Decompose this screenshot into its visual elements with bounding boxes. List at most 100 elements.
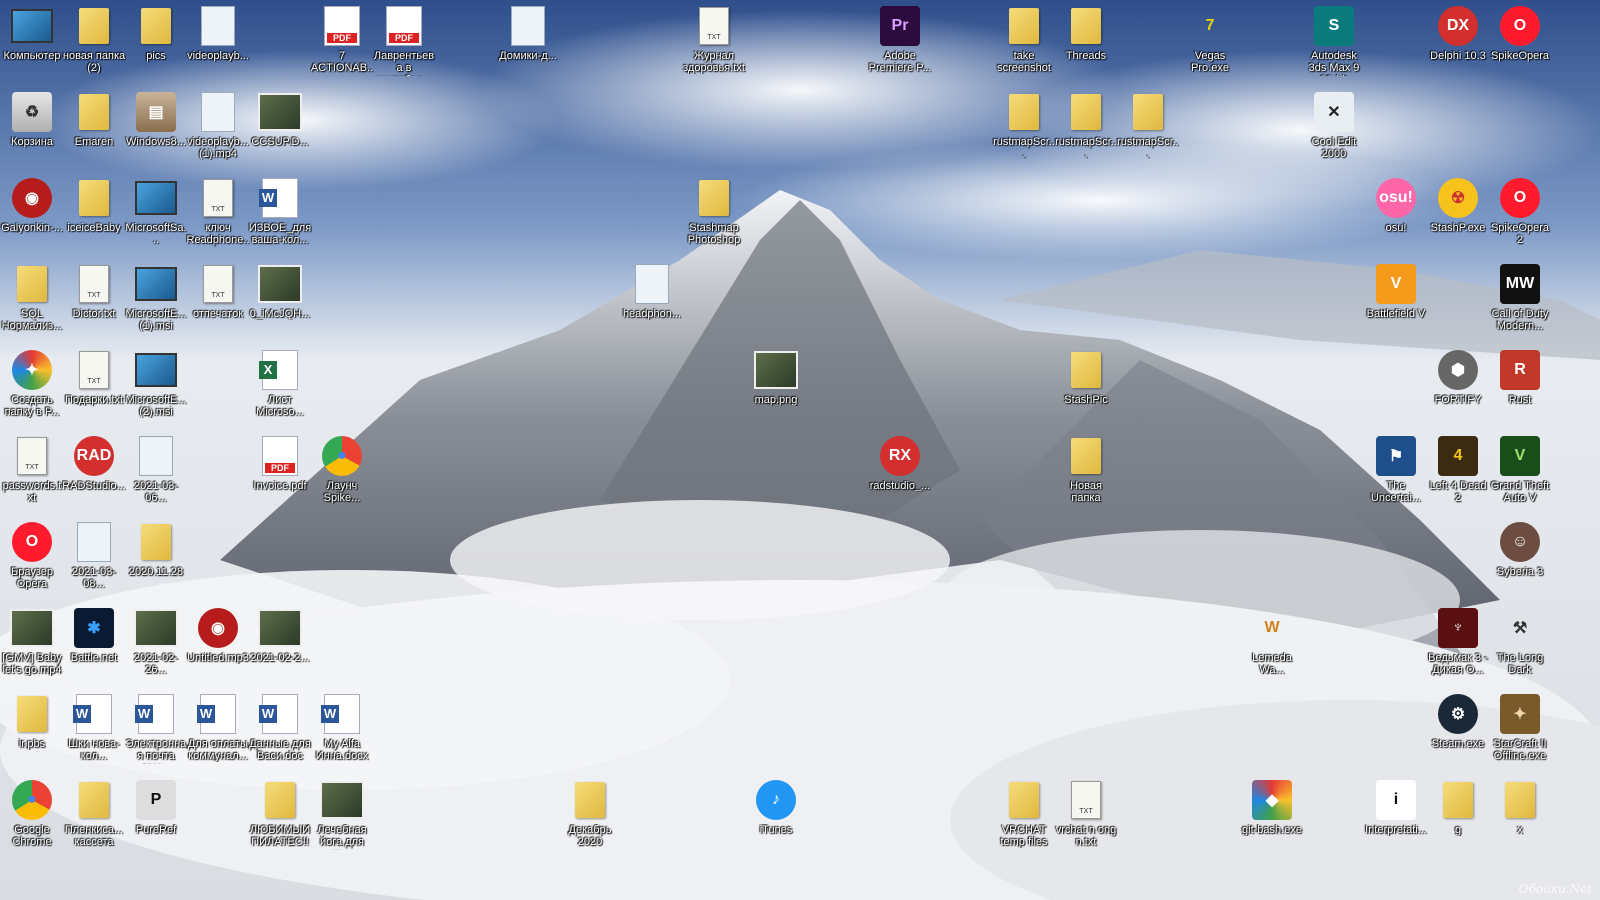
desktop-icon[interactable]: VRCHAT temp files xyxy=(992,774,1056,860)
desktop-icon[interactable]: O SpikeOpera2 xyxy=(1488,172,1552,258)
desktop-icon[interactable]: R Rust xyxy=(1488,344,1552,430)
desktop-icon[interactable]: Домики-д... xyxy=(496,0,560,86)
desktop-icon[interactable]: Журнал здоровья.txt xyxy=(682,0,746,86)
desktop-icon[interactable]: ✦ StarCraft II Offline.exe xyxy=(1488,688,1552,774)
desktop-icon[interactable]: DX Delphi 10.3 xyxy=(1426,0,1490,86)
desktop-icon[interactable]: Пленкиса... кассета xyxy=(62,774,126,860)
txt-icon xyxy=(72,348,116,392)
desktop-icon[interactable]: отпечаток xyxy=(186,258,250,344)
desktop-icon[interactable]: rustmapScr... xyxy=(1054,86,1118,172)
desktop-icon[interactable]: Новая папка xyxy=(1054,430,1118,516)
desktop-icon[interactable]: ♻ Корзина xyxy=(0,86,64,172)
desktop-icon[interactable]: osu! osu! xyxy=(1364,172,1428,258)
desktop-icon[interactable]: 4 Left 4 Dead 2 xyxy=(1426,430,1490,516)
desktop-icon[interactable]: ✕ Cool Edit 2000 xyxy=(1302,86,1366,172)
desktop-icon[interactable]: StashPic xyxy=(1054,344,1118,430)
desktop-icon[interactable]: g xyxy=(1426,774,1490,860)
desktop-icon[interactable]: Emaren xyxy=(62,86,126,172)
image-file-icon xyxy=(258,606,302,650)
desktop-icon[interactable]: W Lemeda Wa... xyxy=(1240,602,1304,688)
desktop-icon[interactable]: ◉ Galyonkin-... xyxy=(0,172,64,258)
desktop-icon[interactable]: ♆ Ведьмак 3 - Дикая О... xyxy=(1426,602,1490,688)
desktop-icon[interactable]: Декабрь 2020 xyxy=(558,774,622,860)
desktop-icon[interactable]: V Grand Theft Auto V xyxy=(1488,430,1552,516)
desktop-icon[interactable]: ⚒ The Long Dark xyxy=(1488,602,1552,688)
desktop-icon[interactable]: ● Лаунч Spike... xyxy=(310,430,374,516)
desktop-icon[interactable]: Invoice.pdf xyxy=(248,430,312,516)
desktop-icon[interactable]: Лечебная йога для ш... xyxy=(310,774,374,860)
desktop-icon[interactable]: ☺ Syberia 3 xyxy=(1488,516,1552,602)
desktop-icon[interactable]: i Interpretati... xyxy=(1364,774,1428,860)
desktop-icon[interactable]: Лист Microsо... xyxy=(248,344,312,430)
desktop-icon[interactable]: CCSUP.D... xyxy=(248,86,312,172)
desktop-icon[interactable]: ◉ Untitled.mp3 xyxy=(186,602,250,688)
desktop-icon[interactable]: ♪ iTunes xyxy=(744,774,808,860)
desktop-icon[interactable]: MicrosoftE... (1).msi xyxy=(124,258,188,344)
desktop-icon[interactable]: Threads xyxy=(1054,0,1118,86)
desktop-icon[interactable]: ⚑ The Uncertai... xyxy=(1364,430,1428,516)
desktop-icon[interactable]: Подарки.txt xyxy=(62,344,126,430)
desktop-icon[interactable]: O SpikeOpera xyxy=(1488,0,1552,86)
desktop-icon[interactable]: 2021-02-2... xyxy=(248,602,312,688)
desktop-icon[interactable]: vrchat n ong n.txt xyxy=(1054,774,1118,860)
desktop-icon[interactable]: Лаврентьева в сентябре... xyxy=(372,0,436,86)
desktop-icon[interactable]: MicrosoftSa... xyxy=(124,172,188,258)
desktop-icon[interactable]: ● Google Chrome xyxy=(0,774,64,860)
desktop-icon[interactable]: 7 Vegas Pro.exe xyxy=(1178,0,1242,86)
desktop-icon[interactable]: ✱ Battle.net xyxy=(62,602,126,688)
desktop-icon-label: 2021-02-26... xyxy=(133,652,179,676)
desktop-icon[interactable]: 2021-03-08... xyxy=(62,516,126,602)
desktop-icon[interactable]: iceiceBaby xyxy=(62,172,126,258)
folder-icon xyxy=(72,778,116,822)
desktop-icon[interactable]: Dictor.txt xyxy=(62,258,126,344)
desktop-icon[interactable]: headphon... xyxy=(620,258,684,344)
desktop-icon[interactable]: O Браузер Opera xyxy=(0,516,64,602)
desktop-icon[interactable]: map.png xyxy=(744,344,808,430)
desktop-icon[interactable]: RAD RADStudio... xyxy=(62,430,126,516)
desktop-icon[interactable]: MW Call of Duty Modern... xyxy=(1488,258,1552,344)
desktop-icon[interactable]: SQL Нормализ... xyxy=(0,258,64,344)
desktop-icon[interactable]: V Battlefield V xyxy=(1364,258,1428,344)
desktop-icon[interactable]: Шки нова-кол... xyxy=(62,688,126,774)
desktop-icon[interactable]: [GMV] Baby let's go.mp4 xyxy=(0,602,64,688)
desktop-icon[interactable]: новая папка (2) xyxy=(62,0,126,86)
desktop-icon[interactable]: videoplayb... (1).mp4 xyxy=(186,86,250,172)
desktop-icon[interactable]: ключ Readphone... xyxy=(186,172,250,258)
desktop-icon[interactable]: MicrosoftE... (2).msi xyxy=(124,344,188,430)
desktop-icon[interactable]: Для оплаты коммунал... xyxy=(186,688,250,774)
desktop-icon[interactable]: P PureRef xyxy=(124,774,188,860)
desktop-icon[interactable]: 2021-03-06... xyxy=(124,430,188,516)
desktop-icon[interactable]: ◆ git-bash.exe xyxy=(1240,774,1304,860)
desktop-icon[interactable]: rustmapScr... xyxy=(1116,86,1180,172)
desktop-icon[interactable]: ir.pbs xyxy=(0,688,64,774)
desktop-icon[interactable]: ▤ Windows8... xyxy=(124,86,188,172)
desktop-icon[interactable]: Данные для Васи.doc xyxy=(248,688,312,774)
desktop-icon[interactable]: rustmapScr... xyxy=(992,86,1056,172)
desktop-icon[interactable]: 2021-02-26... xyxy=(124,602,188,688)
desktop-icon[interactable]: Электронная почта дом... xyxy=(124,688,188,774)
desktop-icon[interactable]: My Alfa Инна.docx xyxy=(310,688,374,774)
desktop-icon[interactable]: x xyxy=(1488,774,1552,860)
desktop-icon[interactable]: pics xyxy=(124,0,188,86)
desktop-icon[interactable]: Stashmap Photoshop xyxy=(682,172,746,258)
image-file-icon xyxy=(258,90,302,134)
desktop-icon[interactable]: ☢ StashP.exe xyxy=(1426,172,1490,258)
desktop-icon[interactable]: ⚙ Steam.exe xyxy=(1426,688,1490,774)
desktop-icon[interactable]: ✦ Создать папку в Р... xyxy=(0,344,64,430)
desktop-icon[interactable]: Pr Adobe Premiere P... xyxy=(868,0,932,86)
desktop-icon[interactable]: ⬢ FORTIFY xyxy=(1426,344,1490,430)
desktop-icon[interactable]: ИЗВОЕ_для ваша-кол... xyxy=(248,172,312,258)
desktop-icon[interactable]: take screenshot xyxy=(992,0,1056,86)
desktop-icon[interactable]: SAutodesk 3ds Max 9 32-bit xyxy=(1302,0,1366,86)
desktop-icon[interactable]: Компьютер xyxy=(0,0,64,86)
desktop-icon-label: SpikeOpera2 xyxy=(1490,222,1550,246)
desktop-icon[interactable]: ЛЮБИМЫЙ ПИЛАТЕС!! xyxy=(248,774,312,860)
desktop-icon[interactable]: passwords.txt xyxy=(0,430,64,516)
gta-icon: V xyxy=(1498,434,1542,478)
desktop-icon[interactable]: 2020.11.28 xyxy=(124,516,188,602)
desktop-icon[interactable]: videoplayb... xyxy=(186,0,250,86)
desktop-icon[interactable]: 0_iMcJQH... xyxy=(248,258,312,344)
desktop-icon[interactable]: RX radstudio_... xyxy=(868,430,932,516)
desktop-icon[interactable]: 7 ACTIONAB... xyxy=(310,0,374,86)
desktop-icon-label: PureRef xyxy=(135,824,177,836)
